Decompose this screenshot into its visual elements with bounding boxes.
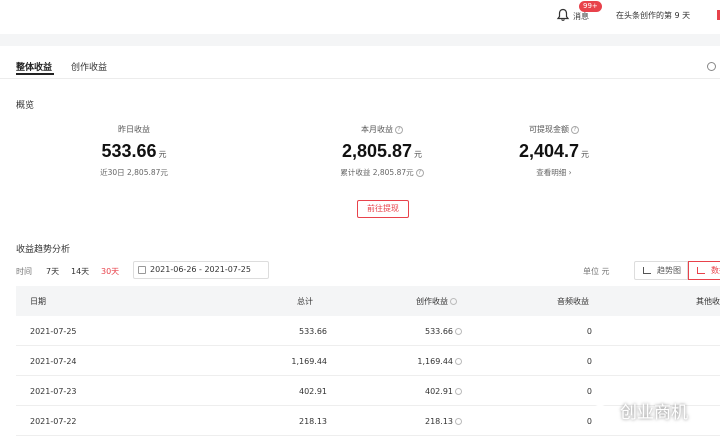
column-other-income: 其他收	[696, 297, 720, 306]
range-30-days[interactable]: 30天	[101, 266, 119, 277]
top-bar: 99+ 消息 在头条创作的第 9 天	[0, 0, 720, 34]
cell-total: 533.66	[299, 327, 327, 336]
table-row: 2021-07-24 1,169.44 1,169.44 0	[16, 346, 720, 376]
date-range-picker[interactable]: 2021-06-26 - 2021-07-25	[133, 261, 269, 279]
cell-audio-income: 0	[586, 327, 592, 336]
table-header: 日期 总计 创作收益 音频收益 其他收	[16, 286, 720, 316]
wechat-logo-icon	[592, 404, 614, 421]
active-tab-indicator	[16, 73, 54, 75]
stat-yesterday: 昨日收益 533.66 元 近30日 2,805.87元	[84, 124, 184, 178]
column-date: 日期	[30, 297, 46, 306]
column-audio-income: 音频收益	[557, 297, 589, 306]
stat-sub: 近30日 2,805.87元	[100, 168, 168, 177]
settings-icon[interactable]	[707, 62, 716, 71]
help-icon[interactable]: ?	[415, 169, 424, 177]
help-icon[interactable]: ?	[571, 125, 579, 134]
cell-total: 218.13	[299, 417, 327, 426]
tab-creation-income[interactable]: 创作收益	[71, 60, 107, 73]
help-icon[interactable]	[450, 298, 457, 305]
stat-label: 昨日收益	[118, 125, 150, 134]
stat-withdrawable: 可提现金额? 2,404.7 元 查看明细 ›	[504, 124, 604, 178]
cell-creation-income: 402.91	[425, 387, 462, 396]
help-icon[interactable]: ?	[395, 125, 403, 134]
stat-label: 本月收益?	[327, 124, 437, 135]
cell-date: 2021-07-25	[30, 327, 77, 336]
stat-sub: 累计收益 2,805.87元?	[327, 167, 437, 178]
stat-value: 2,404.7 元	[518, 141, 590, 161]
cell-creation-income: 218.13	[425, 417, 462, 426]
view-details-link[interactable]: 查看明细 ›	[504, 167, 604, 178]
watermark: 创业商机	[592, 398, 688, 424]
cell-total: 1,169.44	[291, 357, 327, 366]
cell-creation-income: 1,169.44	[417, 357, 462, 366]
unit-label: 单位 元	[583, 267, 610, 276]
trend-title: 收益趋势分析	[16, 245, 71, 255]
range-14-days[interactable]: 14天	[71, 266, 89, 277]
cell-date: 2021-07-22	[30, 417, 77, 426]
cell-date: 2021-07-24	[30, 357, 77, 366]
withdraw-button[interactable]: 前往提现	[357, 200, 409, 218]
line-chart-icon	[643, 267, 651, 274]
time-label: 时间	[16, 267, 32, 276]
bell-icon[interactable]	[556, 8, 570, 22]
calendar-icon	[138, 266, 146, 274]
info-icon[interactable]	[455, 388, 462, 395]
range-7-days[interactable]: 7天	[46, 266, 59, 277]
cell-creation-income: 533.66	[425, 327, 462, 336]
stat-value: 2,805.87 元	[341, 141, 423, 161]
cell-date: 2021-07-23	[30, 387, 77, 396]
data-view-button[interactable]: 数据	[688, 261, 720, 280]
message-label[interactable]: 消息	[573, 11, 589, 22]
creation-days-text: 在头条创作的第 9 天	[616, 11, 691, 20]
overview-title: 概览	[16, 101, 35, 111]
stat-this-month: 本月收益? 2,805.87 元 累计收益 2,805.87元?	[327, 124, 437, 178]
info-icon[interactable]	[455, 328, 462, 335]
info-icon[interactable]	[455, 358, 462, 365]
cell-audio-income: 0	[586, 387, 592, 396]
info-icon[interactable]	[455, 418, 462, 425]
trend-chart-button[interactable]: 趋势图	[634, 261, 688, 280]
tab-divider	[0, 78, 720, 79]
income-panel: 整体收益 创作收益 概览 昨日收益 533.66 元 近30日 2,805.87元…	[0, 46, 720, 442]
column-creation-income: 创作收益	[416, 296, 457, 307]
table-row: 2021-07-25 533.66 533.66 0	[16, 316, 720, 346]
table-icon	[697, 267, 705, 274]
cell-total: 402.91	[299, 387, 327, 396]
cell-audio-income: 0	[586, 357, 592, 366]
column-total: 总计	[297, 297, 313, 306]
tab-overall-income[interactable]: 整体收益	[16, 60, 52, 73]
stat-label: 可提现金额?	[504, 124, 604, 135]
stat-value: 533.66 元	[101, 141, 167, 161]
